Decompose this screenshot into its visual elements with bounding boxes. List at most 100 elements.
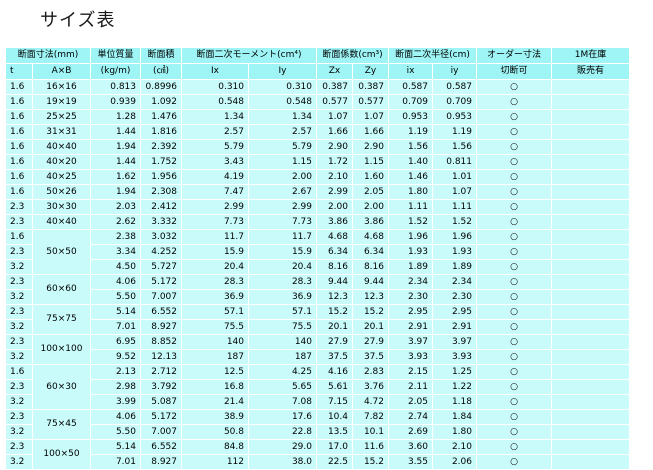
cell-zx: 7.15 — [316, 394, 353, 410]
cell-order: ○ — [476, 364, 552, 380]
cell-area: 6.552 — [140, 304, 182, 320]
cell-iy-radius: 2.95 — [432, 304, 477, 320]
cell-t: 1.6 — [5, 139, 33, 155]
cell-ix: 15.9 — [181, 244, 249, 260]
cell-zy: 4.72 — [352, 394, 389, 410]
cell-area: 2.412 — [140, 199, 182, 215]
table-row: 2.3 75×75 5.14 6.552 57.1 57.1 15.2 15.2 2.95 2.9… — [5, 304, 630, 335]
cell-iy-radius: 1.84 — [432, 409, 477, 425]
cell-iy-radius: 1.07 — [432, 184, 477, 200]
cell-stock — [551, 304, 630, 320]
cell-unit-mass: 2.98 — [90, 379, 141, 395]
cell-order: ○ — [476, 214, 552, 230]
cell-ix: 2.57 — [181, 124, 249, 140]
cell-order: ○ — [476, 349, 552, 365]
cell-ix: 5.79 — [181, 139, 249, 155]
cell-ix-radius: 2.11 — [388, 379, 433, 395]
cell-zx: 13.5 — [316, 424, 353, 440]
cell-iy: 57.1 — [248, 304, 317, 320]
cell-unit-mass: 3.34 — [90, 244, 141, 260]
cell-unit-mass: 6.95 — [90, 334, 141, 350]
cell-ix: 16.8 — [181, 379, 249, 395]
cell-zx: 0.577 — [316, 94, 353, 110]
header-area: 断面積 — [140, 47, 182, 64]
cell-iy-radius: 1.11 — [432, 199, 477, 215]
cell-ix: 20.4 — [181, 259, 249, 275]
cell-iy-radius: 0.953 — [432, 109, 477, 125]
header-iy-radius: iy — [432, 63, 477, 80]
cell-area: 1.752 — [140, 154, 182, 170]
cell-stock — [551, 454, 630, 470]
cell-t: 1.6 — [5, 94, 33, 110]
cell-unit-mass: 4.50 — [90, 259, 141, 275]
cell-t: 3.2 — [5, 454, 33, 470]
cell-order: ○ — [476, 289, 552, 305]
cell-t: 3.2 — [5, 319, 33, 335]
cell-axb: 75×75 — [32, 304, 91, 335]
cell-order: ○ — [476, 169, 552, 185]
cell-unit-mass: 9.52 — [90, 349, 141, 365]
cell-unit-mass: 5.14 — [90, 439, 141, 455]
cell-iy: 15.9 — [248, 244, 317, 260]
cell-area: 2.392 — [140, 139, 182, 155]
cell-iy: 38.0 — [248, 454, 317, 470]
cell-iy-radius: 1.01 — [432, 169, 477, 185]
cell-t: 2.3 — [5, 304, 33, 320]
cell-area: 3.032 — [140, 229, 182, 245]
cell-iy: 1.15 — [248, 154, 317, 170]
cell-iy-radius: 2.30 — [432, 289, 477, 305]
cell-ix-radius: 1.19 — [388, 124, 433, 140]
cell-zx: 4.16 — [316, 364, 353, 380]
cell-unit-mass: 1.44 — [90, 154, 141, 170]
cell-zx: 9.44 — [316, 274, 353, 290]
cell-axb: 40×40 — [32, 214, 91, 230]
table-row: 1.6 60×30 2.13 2.712 12.5 4.25 4.16 2.83 2.15 1.2… — [5, 364, 630, 410]
cell-area: 3.792 — [140, 379, 182, 395]
header-order-sub: 切断可 — [476, 63, 552, 80]
cell-stock — [551, 214, 630, 230]
cell-iy: 20.4 — [248, 259, 317, 275]
cell-stock — [551, 274, 630, 290]
cell-iy-radius: 1.22 — [432, 379, 477, 395]
cell-iy: 140 — [248, 334, 317, 350]
cell-iy-radius: 1.18 — [432, 394, 477, 410]
cell-axb: 19×19 — [32, 94, 91, 110]
cell-ix: 1.34 — [181, 109, 249, 125]
cell-axb: 50×26 — [32, 184, 91, 200]
table-row: 3.2 7.01 8.927 75.5 75.5 20.1 20.1 2.91 2.91 ○ — [5, 319, 630, 335]
cell-iy: 28.3 — [248, 274, 317, 290]
table-body: 1.6 16×16 0.813 0.8996 0.310 0.310 0.387 0.387 0… — [5, 79, 630, 470]
cell-zx: 3.86 — [316, 214, 353, 230]
cell-iy-radius: 2.10 — [432, 439, 477, 455]
cell-zy: 15.2 — [352, 454, 389, 470]
cell-order: ○ — [476, 379, 552, 395]
table-row: 1.6 40×40 1.94 2.392 5.79 5.79 2.90 2.90 1.56 1.5… — [5, 139, 630, 155]
cell-iy: 2.00 — [248, 169, 317, 185]
cell-iy-radius: 2.34 — [432, 274, 477, 290]
cell-iy-radius: 3.93 — [432, 349, 477, 365]
cell-iy-radius: 1.19 — [432, 124, 477, 140]
header-zx: Zx — [316, 63, 353, 80]
cell-order: ○ — [476, 94, 552, 110]
table-row: 3.2 7.01 8.927 112 38.0 22.5 15.2 3.55 2.06 ○ — [5, 454, 630, 470]
cell-iy: 17.6 — [248, 409, 317, 425]
cell-unit-mass: 3.99 — [90, 394, 141, 410]
cell-zx: 6.34 — [316, 244, 353, 260]
cell-iy: 1.34 — [248, 109, 317, 125]
cell-t: 1.6 — [5, 364, 33, 380]
cell-t: 3.2 — [5, 259, 33, 275]
table-row: 2.3 75×45 4.06 5.172 38.9 17.6 10.4 7.82 2.74 1.8… — [5, 409, 630, 440]
cell-order: ○ — [476, 109, 552, 125]
cell-ix-radius: 1.46 — [388, 169, 433, 185]
cell-area: 0.8996 — [140, 79, 182, 95]
cell-ix-radius: 2.34 — [388, 274, 433, 290]
cell-stock — [551, 439, 630, 455]
table-row: 2.3 100×100 6.95 8.852 140 140 27.9 27.9 3.97 3.9… — [5, 334, 630, 365]
cell-zx: 2.99 — [316, 184, 353, 200]
cell-ix: 4.19 — [181, 169, 249, 185]
cell-area: 4.252 — [140, 244, 182, 260]
cell-zx: 1.07 — [316, 109, 353, 125]
table-row: 2.3 30×30 2.03 2.412 2.99 2.99 2.00 2.00 1.11 1.1… — [5, 199, 630, 215]
cell-iy-radius: 1.80 — [432, 424, 477, 440]
cell-axb: 40×40 — [32, 139, 91, 155]
